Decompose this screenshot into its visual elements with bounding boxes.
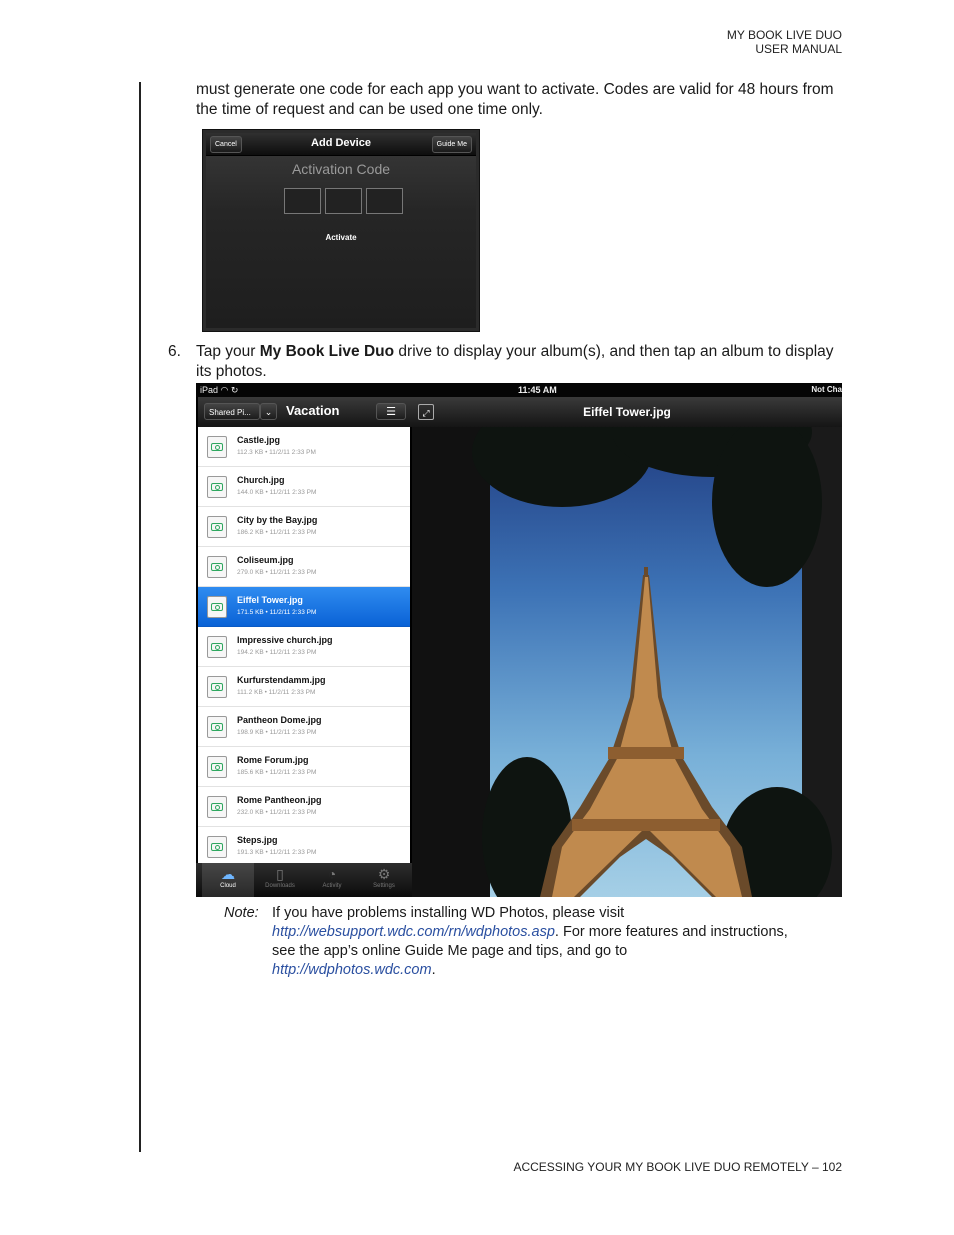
tab-label: Downloads [265,883,295,889]
file-list-item[interactable]: Impressive church.jpg 194.2 KB • 11/2/11 … [198,627,410,667]
file-list-item[interactable]: Steps.jpg 191.3 KB • 11/2/11 2:33 PM [198,827,410,863]
eiffel-tower-photo [412,427,842,897]
code-field-3[interactable] [366,188,403,214]
photo-file-icon [207,836,227,858]
file-name: Eiffel Tower.jpg [237,595,303,605]
header-line-1: MY BOOK LIVE DUO [726,28,842,42]
photo-file-icon [207,676,227,698]
tab-label: Cloud [220,883,236,889]
step-number: 6. [168,343,181,360]
eiffel-tower [540,567,752,897]
photo-file-icon [207,436,227,458]
tab-bar: ☁ Cloud ▯ Downloads ◔ Activity ⚙ Settings [196,863,412,897]
file-list-item[interactable]: Rome Pantheon.jpg 232.0 KB • 11/2/11 2:33… [198,787,410,827]
file-name: Impressive church.jpg [237,635,333,645]
file-meta: 185.6 KB • 11/2/11 2:33 PM [237,769,317,776]
photo-file-icon [207,636,227,658]
photo-file-icon [207,596,227,618]
header-line-2: USER MANUAL [755,42,842,56]
photo-title: Eiffel Tower.jpg [583,405,671,419]
status-bar: iPad ◠ ↻ 11:45 AM Not Cha [196,383,842,397]
status-charging: Not Cha [811,385,842,394]
note-body: If you have problems installing WD Photo… [272,904,792,980]
page-footer: ACCESSING YOUR MY BOOK LIVE DUO REMOTELY… [513,1160,842,1174]
file-list-item[interactable]: City by the Bay.jpg 186.2 KB • 11/2/11 2:… [198,507,410,547]
file-name: City by the Bay.jpg [237,515,318,525]
photo-file-icon [207,756,227,778]
photo-nav-bar: ⤢ Eiffel Tower.jpg [412,397,842,428]
note-text-1: If you have problems installing WD Photo… [272,905,625,921]
file-list-item[interactable]: Rome Forum.jpg 185.6 KB • 11/2/11 2:33 PM [198,747,410,787]
step-text-prefix: Tap your [196,343,260,360]
step-text: Tap your My Book Live Duo drive to displ… [196,342,846,382]
file-meta: 186.2 KB • 11/2/11 2:33 PM [237,529,317,536]
file-meta: 198.9 KB • 11/2/11 2:33 PM [237,729,317,736]
tab-cloud[interactable]: ☁ Cloud [202,863,254,897]
file-name: Rome Forum.jpg [237,755,309,765]
websupport-link[interactable]: http://websupport.wdc.com/rn/wdphotos.as… [272,924,555,940]
wdphotos-link[interactable]: http://wdphotos.wdc.com [272,962,432,978]
tab-label: Settings [373,883,395,889]
status-device: iPad ◠ ↻ [200,385,239,395]
file-name: Pantheon Dome.jpg [237,715,322,725]
margin-rule [139,82,141,1152]
file-list-item[interactable]: Pantheon Dome.jpg 198.9 KB • 11/2/11 2:33… [198,707,410,747]
activate-button[interactable]: Activate [206,233,476,242]
wifi-icon: ◠ [220,385,229,395]
guide-me-button[interactable]: Guide Me [431,136,472,153]
file-meta: 191.3 KB • 11/2/11 2:33 PM [237,849,317,856]
tab-activity[interactable]: ◔ Activity [306,863,358,897]
file-meta: 232.0 KB • 11/2/11 2:33 PM [237,809,317,816]
activation-screenshot: Cancel Add Device Guide Me Activation Co… [202,129,480,332]
photo-file-icon [207,516,227,538]
ipad-screenshot: iPad ◠ ↻ 11:45 AM Not Cha Shared Pi... ⌄… [196,383,842,897]
activity-icon: ◔ [327,866,337,882]
cloud-icon: ☁ [221,866,235,882]
file-name: Rome Pantheon.jpg [237,795,322,805]
status-time: 11:45 AM [518,385,557,395]
chevron-down-icon[interactable]: ⌄ [260,403,277,420]
note-label: Note: [224,905,259,921]
code-field-1[interactable] [284,188,321,214]
file-name: Kurfurstendamm.jpg [237,675,326,685]
file-meta: 144.0 KB • 11/2/11 2:33 PM [237,489,317,496]
photo-file-icon [207,796,227,818]
file-name: Church.jpg [237,475,285,485]
note-text-3: . [431,962,436,978]
file-name: Steps.jpg [237,835,278,845]
file-meta: 112.3 KB • 11/2/11 2:33 PM [237,449,316,456]
step-text-bold: My Book Live Duo [259,343,395,360]
list-view-icon[interactable]: ☰ [376,403,406,420]
downloads-icon: ▯ [276,866,284,882]
activation-code-label: Activation Code [291,161,391,177]
code-field-2[interactable] [325,188,362,214]
file-meta: 171.5 KB • 11/2/11 2:33 PM [237,609,317,616]
photo-file-icon [207,716,227,738]
album-nav-bar: Shared Pi... ⌄ Vacation ☰ [198,397,412,428]
file-name: Castle.jpg [237,435,281,445]
file-meta: 279.0 KB • 11/2/11 2:33 PM [237,569,317,576]
file-list-item[interactable]: Kurfurstendamm.jpg 111.2 KB • 11/2/11 2:3… [198,667,410,707]
file-list: Castle.jpg 112.3 KB • 11/2/11 2:33 PM Chur… [198,427,410,863]
tab-downloads[interactable]: ▯ Downloads [254,863,306,897]
photo-file-icon [207,556,227,578]
sync-icon: ↻ [230,385,239,395]
shared-pictures-button[interactable]: Shared Pi... [204,403,260,420]
file-list-item[interactable]: Eiffel Tower.jpg 171.5 KB • 11/2/11 2:33 … [198,587,410,627]
file-name: Coliseum.jpg [237,555,294,565]
photo-file-icon [207,476,227,498]
file-list-item[interactable]: Coliseum.jpg 279.0 KB • 11/2/11 2:33 PM [198,547,410,587]
tab-label: Activity [322,883,342,889]
page-header: MY BOOK LIVE DUO USER MANUAL [727,28,842,56]
file-meta: 194.2 KB • 11/2/11 2:33 PM [237,649,317,656]
file-list-item[interactable]: Castle.jpg 112.3 KB • 11/2/11 2:33 PM [198,427,410,467]
file-meta: 111.2 KB • 11/2/11 2:33 PM [237,689,316,696]
note: Note: If you have problems installing WD… [224,904,788,978]
file-list-item[interactable]: Church.jpg 144.0 KB • 11/2/11 2:33 PM [198,467,410,507]
gear-icon: ⚙ [377,866,391,882]
album-title: Vacation [286,403,340,418]
intro-paragraph: must generate one code for each app you … [196,81,834,118]
activation-nav-bar: Cancel Add Device Guide Me [206,133,476,156]
tab-settings[interactable]: ⚙ Settings [358,863,410,897]
